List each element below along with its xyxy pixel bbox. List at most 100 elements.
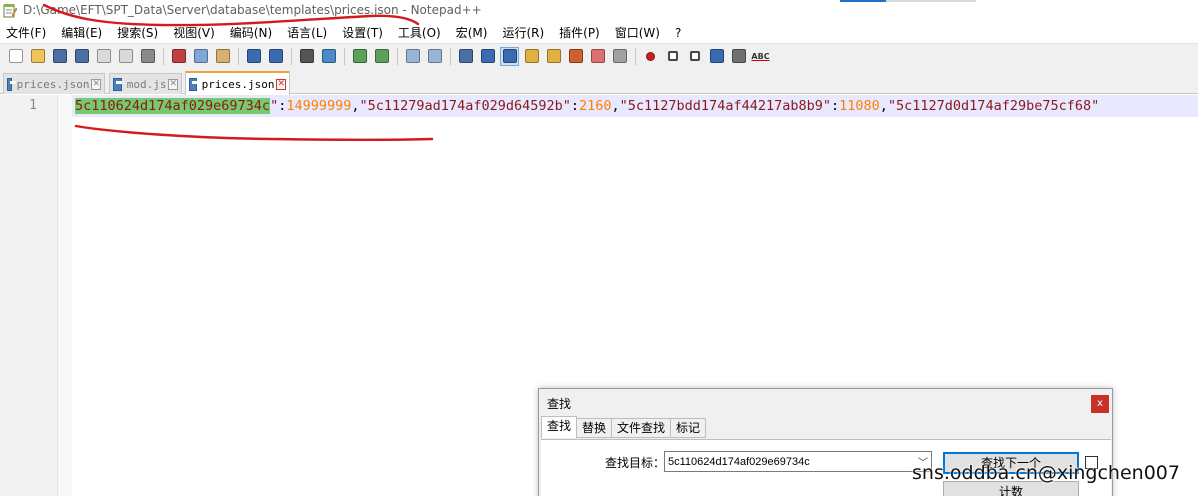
stop-record-icon[interactable] xyxy=(663,47,682,66)
word-wrap-icon[interactable] xyxy=(456,47,475,66)
new-file-icon-glyph xyxy=(8,49,23,63)
open-file-icon-glyph xyxy=(30,49,45,63)
undo-icon-glyph xyxy=(246,49,261,63)
cut-icon[interactable] xyxy=(169,47,188,66)
menu-item-7[interactable]: 工具(O) xyxy=(398,24,441,41)
dialog-title: 查找 xyxy=(547,397,572,411)
background-window-edge xyxy=(840,0,886,2)
save-macro-icon[interactable] xyxy=(729,47,748,66)
toolbar-separator xyxy=(635,47,636,65)
play-macro-icon[interactable] xyxy=(685,47,704,66)
function-list-icon-glyph xyxy=(568,49,583,63)
menu-item-0[interactable]: 文件(F) xyxy=(6,24,46,41)
spell-check-label: ABC xyxy=(751,51,770,61)
menu-item-8[interactable]: 宏(M) xyxy=(456,24,488,41)
toolbar-separator xyxy=(291,47,292,65)
zoom-out-icon[interactable] xyxy=(372,47,391,66)
tab-find-in-files[interactable]: 文件查找 xyxy=(611,418,672,438)
file-icon xyxy=(189,77,198,91)
number-token: 14999999 xyxy=(286,98,352,114)
function-list-icon[interactable] xyxy=(566,47,585,66)
monitor-icon[interactable] xyxy=(610,47,629,66)
zoom-out-icon-glyph xyxy=(374,49,389,63)
tab-replace[interactable]: 替换 xyxy=(576,418,613,438)
tab-find[interactable]: 查找 xyxy=(541,416,578,438)
paste-icon-glyph xyxy=(215,49,230,63)
menu-item-11[interactable]: 窗口(W) xyxy=(615,24,660,41)
punctuation-token: : xyxy=(830,98,840,114)
tab-prices-json-1[interactable]: prices.json ✕ xyxy=(3,73,105,94)
menu-item-1[interactable]: 编辑(E) xyxy=(61,24,102,41)
print-icon[interactable] xyxy=(138,47,157,66)
tab-close-icon[interactable]: ✕ xyxy=(276,78,286,90)
notepadpp-window: D:\Game\EFT\SPT_Data\Server\database\tem… xyxy=(0,0,1198,496)
tab-prices-json-active[interactable]: prices.json ✕ xyxy=(185,71,290,95)
find-icon[interactable] xyxy=(297,47,316,66)
indent-guide-icon[interactable] xyxy=(500,46,519,66)
spell-check-icon[interactable]: ABC xyxy=(751,47,770,66)
file-icon xyxy=(7,77,16,91)
word-wrap-icon-glyph xyxy=(458,49,473,63)
run-macro-multiple-icon[interactable] xyxy=(707,47,726,66)
menu-bar: 文件(F) 编辑(E) 搜索(S) 视图(V) 编码(N) 语言(L) 设置(T) 工具(O)… xyxy=(0,22,1198,43)
doc-map-icon-glyph xyxy=(546,49,561,63)
find-target-input[interactable] xyxy=(665,452,910,471)
toolbar-separator xyxy=(163,47,164,65)
run-macro-multiple-icon-glyph xyxy=(709,49,724,63)
record-macro-icon[interactable] xyxy=(641,47,660,66)
tab-mark[interactable]: 标记 xyxy=(670,418,707,438)
redo-icon[interactable] xyxy=(266,47,285,66)
close-icon[interactable] xyxy=(94,47,113,66)
sync-vertical-icon-glyph xyxy=(405,49,420,63)
show-all-chars-icon[interactable] xyxy=(478,47,497,66)
menu-item-12[interactable]: ? xyxy=(675,26,681,40)
menu-item-3[interactable]: 视图(V) xyxy=(173,24,215,41)
punctuation-token: , xyxy=(351,98,360,114)
number-token: 11080 xyxy=(839,98,880,114)
doc-map-icon[interactable] xyxy=(544,47,563,66)
tab-mod-js[interactable]: mod.js ✕ xyxy=(109,73,182,94)
copy-icon[interactable] xyxy=(191,47,210,66)
menu-item-4[interactable]: 编码(N) xyxy=(230,24,272,41)
menu-item-6[interactable]: 设置(T) xyxy=(342,24,383,41)
show-all-chars-icon-glyph xyxy=(480,49,495,63)
monitor-icon-glyph xyxy=(612,49,627,63)
fold-margin[interactable] xyxy=(58,95,72,496)
paste-icon[interactable] xyxy=(213,47,232,66)
close-all-icon-glyph xyxy=(118,49,133,63)
tab-close-icon[interactable]: ✕ xyxy=(91,78,101,90)
toolbar-separator xyxy=(238,47,239,65)
undo-icon[interactable] xyxy=(244,47,263,66)
close-icon-glyph xyxy=(96,49,111,63)
find-target-combo[interactable]: ﹀ xyxy=(664,451,932,472)
punctuation-token: , xyxy=(611,98,620,114)
udl-icon[interactable] xyxy=(522,47,541,66)
menu-item-10[interactable]: 插件(P) xyxy=(559,24,600,41)
string-token: "5c1127d0d174af29be75cf68" xyxy=(887,98,1100,114)
save-icon[interactable] xyxy=(50,47,69,66)
save-all-icon[interactable] xyxy=(72,47,91,66)
close-icon[interactable]: x xyxy=(1091,395,1109,413)
title-bar: D:\Game\EFT\SPT_Data\Server\database\tem… xyxy=(0,0,1198,22)
indent-guide-icon-glyph xyxy=(502,49,517,63)
menu-item-2[interactable]: 搜索(S) xyxy=(117,24,158,41)
sync-horizontal-icon[interactable] xyxy=(425,47,444,66)
save-icon-glyph xyxy=(52,49,67,63)
folder-workspace-icon[interactable] xyxy=(588,47,607,66)
toolbar-separator xyxy=(450,47,451,65)
menu-item-5[interactable]: 语言(L) xyxy=(287,24,327,41)
toolbar-separator xyxy=(397,47,398,65)
tab-close-icon[interactable]: ✕ xyxy=(168,78,178,90)
new-file-icon[interactable] xyxy=(6,47,25,66)
copy-icon-glyph xyxy=(193,49,208,63)
close-all-icon[interactable] xyxy=(116,47,135,66)
tab-bar: prices.json ✕ mod.js ✕ prices.json ✕ xyxy=(0,68,1198,95)
sync-vertical-icon[interactable] xyxy=(403,47,422,66)
zoom-in-icon[interactable] xyxy=(350,47,369,66)
replace-icon[interactable] xyxy=(319,47,338,66)
code-line-1[interactable]: 5c110624d174af029e69734c":14999999,"5c11… xyxy=(75,97,1099,116)
menu-item-9[interactable]: 运行(R) xyxy=(502,24,544,41)
open-file-icon[interactable] xyxy=(28,47,47,66)
selected-text: 5c110624d174af029e69734c xyxy=(75,98,271,114)
toolbar: ABC xyxy=(0,43,1198,68)
